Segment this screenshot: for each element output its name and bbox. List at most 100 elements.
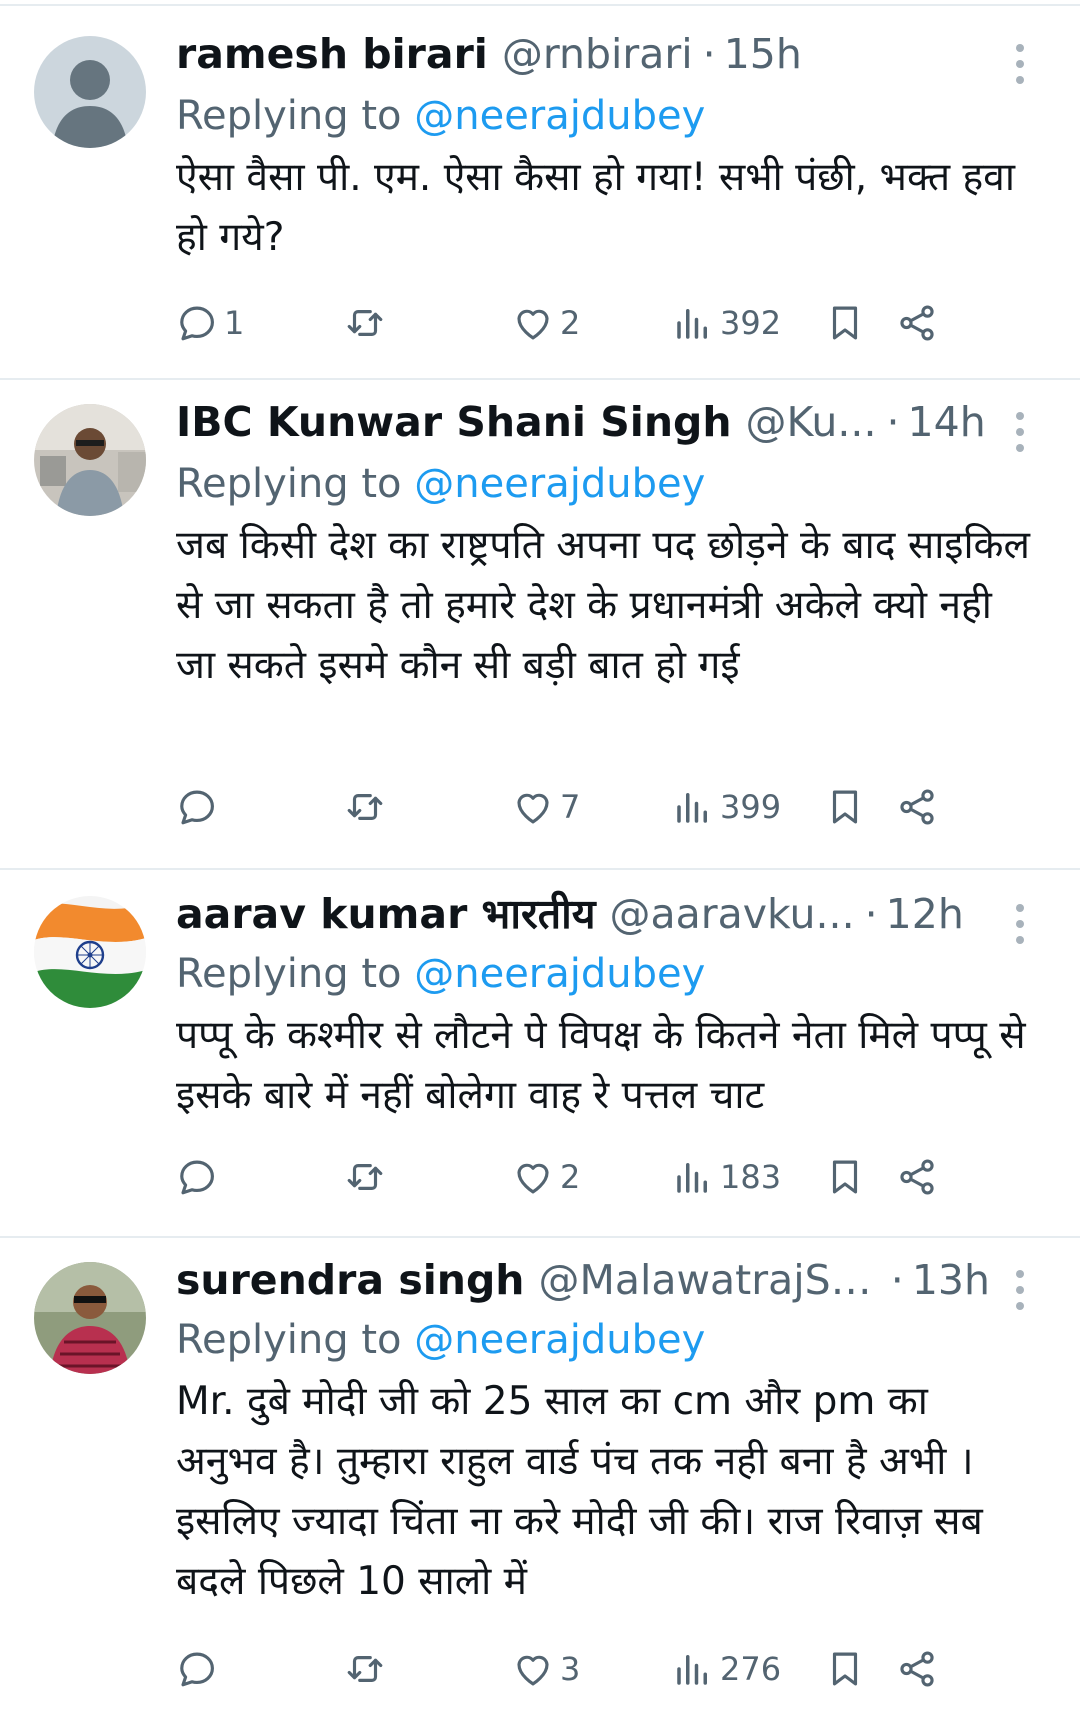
bookmark-icon (832, 306, 858, 340)
reply-icon (180, 1160, 214, 1195)
more-options-icon[interactable] (1008, 904, 1032, 944)
reply-button[interactable] (176, 1152, 224, 1202)
analytics-icon (677, 793, 707, 823)
mention-link[interactable]: @neerajdubey (414, 93, 705, 139)
bookmark-button[interactable] (824, 1152, 866, 1202)
like-button[interactable]: 7 (512, 782, 580, 832)
display-name[interactable]: aarav kumar भारतीय (176, 886, 596, 942)
action-bar: 2 183 (176, 1152, 1036, 1202)
bookmark-button[interactable] (824, 298, 866, 348)
action-bar: 3 276 (176, 1644, 1036, 1694)
tweet[interactable]: aarav kumar भारतीय @aaravku... · 12h Rep… (0, 868, 1080, 1238)
reply-count: 1 (224, 304, 245, 342)
display-name[interactable]: ramesh birari (176, 26, 488, 82)
tweet-text: ऐसा वैसा पी. एम. ऐसा कैसा हो गया! सभी पं… (176, 155, 1015, 260)
like-button[interactable]: 2 (512, 1152, 580, 1202)
heart-icon (517, 1655, 549, 1686)
bookmark-button[interactable] (824, 1644, 866, 1694)
tweet-text: Mr. दुबे मोदी जी को 25 साल का cm और pm क… (176, 1379, 983, 1604)
bookmark-icon (832, 1652, 858, 1686)
share-button[interactable] (896, 298, 938, 348)
share-icon (900, 1159, 934, 1195)
more-options-icon[interactable] (1008, 44, 1032, 84)
timestamp[interactable]: 12h (886, 886, 964, 942)
tweet-header: ramesh birari @rnbirari · 15h (176, 26, 990, 82)
tweet-header: aarav kumar भारतीय @aaravku... · 12h (176, 886, 990, 942)
heart-icon (517, 793, 549, 824)
avatar[interactable] (34, 896, 146, 1008)
replying-to-label: Replying to (176, 1317, 402, 1363)
user-handle[interactable]: @aaravku... (610, 886, 855, 942)
share-button[interactable] (896, 1644, 938, 1694)
like-button[interactable]: 2 (512, 298, 580, 348)
share-icon (900, 789, 934, 825)
tweet[interactable]: ramesh birari @rnbirari · 15h Replying t… (0, 4, 1080, 380)
replying-to-label: Replying to (176, 951, 402, 997)
action-bar: 7 399 (176, 782, 1036, 832)
reply-button[interactable] (176, 782, 224, 832)
like-button[interactable]: 3 (512, 1644, 580, 1694)
retweet-icon (347, 310, 383, 336)
timestamp[interactable]: 13h (912, 1252, 990, 1308)
analytics-icon (677, 1163, 707, 1193)
retweet-button[interactable] (344, 298, 392, 348)
retweet-button[interactable] (344, 1152, 392, 1202)
retweet-icon (347, 1164, 383, 1190)
user-handle[interactable]: @MalawatrajSi... (539, 1252, 881, 1308)
display-name[interactable]: IBC Kunwar Shani Singh (176, 394, 732, 450)
tweet-header: IBC Kunwar Shani Singh @Ku... · 14h (176, 394, 990, 450)
avatar[interactable] (34, 404, 146, 516)
user-handle[interactable]: @rnbirari (502, 26, 693, 82)
mention-link[interactable]: @neerajdubey (414, 461, 705, 507)
view-count: 392 (720, 304, 782, 342)
reply-icon (180, 790, 214, 825)
view-count: 399 (720, 788, 782, 826)
person-photo-icon (34, 404, 146, 516)
retweet-button[interactable] (344, 782, 392, 832)
more-options-icon[interactable] (1008, 1270, 1032, 1310)
reply-icon (180, 1652, 214, 1687)
separator-dot: · (864, 890, 878, 938)
retweet-icon (347, 1656, 383, 1682)
separator-dot: · (890, 1256, 904, 1304)
analytics-icon (677, 1655, 707, 1685)
person-photo-icon (34, 1262, 146, 1374)
bookmark-button[interactable] (824, 782, 866, 832)
tweet-header: surendra singh @MalawatrajSi... · 13h (176, 1252, 990, 1308)
share-icon (900, 1651, 934, 1687)
avatar[interactable] (34, 1262, 146, 1374)
reply-icon (180, 306, 214, 341)
user-handle[interactable]: @Ku... (746, 394, 877, 450)
mention-link[interactable]: @neerajdubey (414, 1317, 705, 1363)
reply-button[interactable] (176, 1644, 224, 1694)
views-button[interactable]: 276 (672, 1644, 781, 1694)
views-button[interactable]: 399 (672, 782, 781, 832)
retweet-icon (347, 794, 383, 820)
reply-button[interactable]: 1 (176, 298, 244, 348)
view-count: 276 (720, 1650, 782, 1688)
default-person-icon (34, 36, 146, 148)
timestamp[interactable]: 15h (724, 26, 802, 82)
separator-dot: · (886, 398, 900, 446)
more-options-icon[interactable] (1008, 412, 1032, 452)
views-button[interactable]: 183 (672, 1152, 781, 1202)
like-count: 2 (560, 304, 581, 342)
indian-flag-icon (34, 896, 146, 1008)
share-button[interactable] (896, 1152, 938, 1202)
tweet[interactable]: IBC Kunwar Shani Singh @Ku... · 14h Repl… (0, 378, 1080, 870)
avatar[interactable] (34, 36, 146, 148)
analytics-icon (677, 309, 707, 339)
mention-link[interactable]: @neerajdubey (414, 951, 705, 997)
share-button[interactable] (896, 782, 938, 832)
share-icon (900, 305, 934, 341)
replying-to: Replying to @neerajdubey (176, 946, 705, 1002)
action-bar: 1 2 392 (176, 298, 1036, 348)
retweet-button[interactable] (344, 1644, 392, 1694)
bookmark-icon (832, 1160, 858, 1194)
timestamp[interactable]: 14h (908, 394, 986, 450)
tweet[interactable]: surendra singh @MalawatrajSi... · 13h Re… (0, 1236, 1080, 1721)
tweet-text: पप्पू के कश्मीर से लौटने पे विपक्ष के कि… (176, 1013, 1026, 1118)
views-button[interactable]: 392 (672, 298, 781, 348)
replying-to-label: Replying to (176, 93, 402, 139)
display-name[interactable]: surendra singh (176, 1252, 525, 1308)
